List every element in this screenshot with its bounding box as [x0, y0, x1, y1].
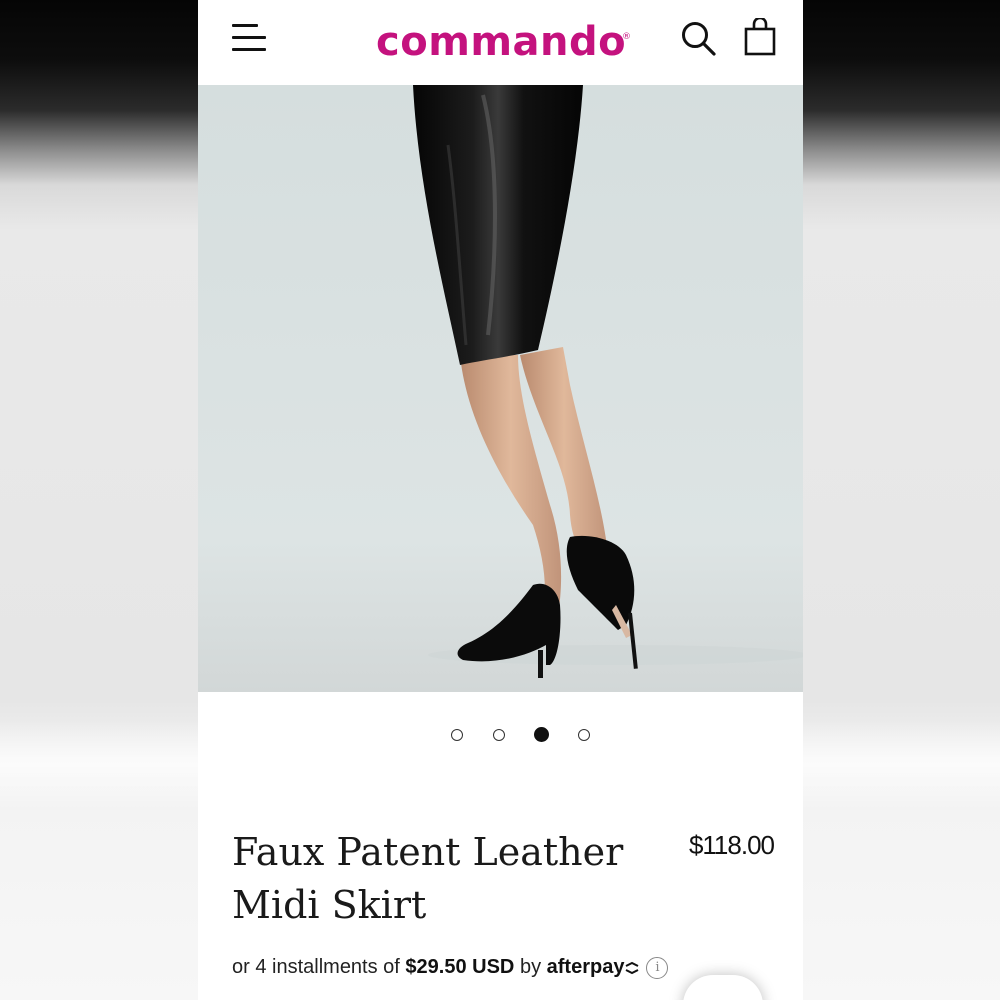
carousel-dot-1[interactable]	[451, 729, 463, 741]
carousel-dot-2[interactable]	[493, 729, 505, 741]
afterpay-prefix: or 4 installments of	[232, 956, 400, 978]
carousel-dot-4[interactable]	[578, 729, 590, 741]
afterpay-arrows-icon	[626, 961, 639, 974]
product-price: $118.00	[688, 830, 775, 860]
chat-widget-button[interactable]	[683, 975, 763, 1000]
installment-amount: $29.50 USD	[405, 956, 515, 978]
afterpay-message: or 4 installments of $29.50 USD by after…	[232, 952, 669, 982]
product-title: Faux Patent Leather Midi Skirt	[232, 826, 652, 932]
product-title-line1: Faux Patent Leather	[232, 830, 624, 874]
site-header: commando ®	[198, 0, 803, 85]
image-carousel-dots	[198, 727, 803, 747]
hamburger-menu-icon[interactable]	[232, 22, 266, 54]
brand-logo[interactable]: commando	[376, 14, 626, 70]
registered-mark: ®	[622, 32, 631, 42]
afterpay-by: by	[519, 956, 542, 978]
shopping-bag-icon[interactable]	[743, 16, 777, 58]
product-image[interactable]	[198, 85, 803, 692]
mobile-page: commando ® Faux Patent Leather Midi Skir…	[198, 0, 803, 1000]
info-icon[interactable]: i	[646, 956, 669, 979]
product-title-line2: Midi Skirt	[232, 883, 427, 927]
product-photo-illustration	[198, 85, 803, 692]
afterpay-logo: afterpay	[546, 956, 625, 978]
search-icon[interactable]	[680, 20, 718, 58]
carousel-dot-3[interactable]	[534, 727, 549, 742]
